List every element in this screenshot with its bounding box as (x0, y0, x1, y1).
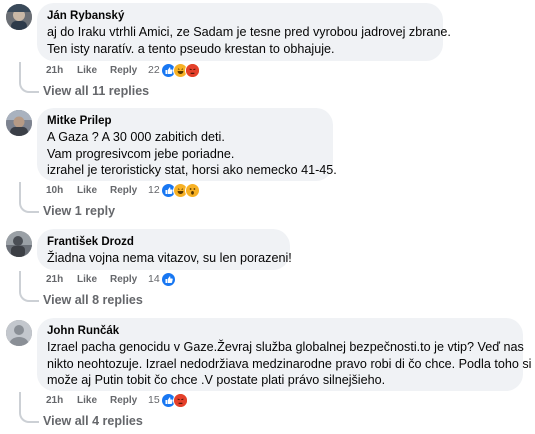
comment-bubble: František Drozd Žiadna vojna nema vitazo… (37, 229, 292, 270)
like-button[interactable]: Like (77, 274, 110, 285)
comment-text-line: Izrael pacha genocidu v Gaze.Ževraj služ… (47, 340, 524, 354)
avatar[interactable] (6, 110, 32, 136)
reaction-summary[interactable]: 15 (148, 392, 188, 408)
comment-author[interactable]: Mitke Prilep (47, 114, 323, 129)
comment-time[interactable]: 21h (46, 395, 77, 406)
reply-button[interactable]: Reply (110, 65, 148, 76)
comment-bubble: Mitke Prilep A Gaza ? A 30 000 zabitich … (37, 108, 337, 181)
comment-time[interactable]: 10h (46, 185, 77, 196)
reaction-summary[interactable]: 14 (148, 271, 176, 287)
comment-text-line: može aj Putin tobit čo chce .V postate p… (47, 373, 386, 387)
comment-author[interactable]: Ján Rybanský (47, 9, 433, 24)
comment-author[interactable]: František Drozd (47, 235, 280, 250)
view-replies-link[interactable]: View 1 reply (43, 204, 115, 219)
comment-text-line: izrahel je teroristicky stat, horsi ako … (47, 163, 337, 177)
comment-actions: 21h Like Reply 15 (46, 392, 188, 408)
like-button[interactable]: Like (77, 185, 110, 196)
comment-text-line: aj do Iraku vtrhli Amici, ze Sadam je te… (47, 25, 451, 39)
view-replies-link[interactable]: View all 4 replies (43, 414, 143, 429)
avatar[interactable] (6, 4, 32, 30)
reply-button[interactable]: Reply (110, 185, 148, 196)
reply-button[interactable]: Reply (110, 395, 148, 406)
like-button[interactable]: Like (77, 395, 110, 406)
view-replies-link[interactable]: View all 11 replies (43, 84, 149, 99)
comment-actions: 21h Like Reply 14 (46, 271, 176, 287)
reaction-count: 12 (148, 184, 160, 196)
angry-reaction-icon (184, 62, 200, 78)
reaction-count: 15 (148, 394, 160, 406)
comment-text-line: Žiadna vojna nema vitazov, su len poraze… (47, 251, 292, 265)
like-button[interactable]: Like (77, 65, 110, 76)
like-reaction-icon (160, 271, 176, 287)
angry-reaction-icon (172, 392, 188, 408)
avatar[interactable] (6, 231, 32, 257)
comment-bubble: John Runčák Izrael pacha genocidu v Gaze… (37, 318, 532, 391)
comment-time[interactable]: 21h (46, 65, 77, 76)
thread-connector (19, 392, 39, 423)
comment-author[interactable]: John Runčák (47, 324, 513, 339)
comment-actions: 10h Like Reply 12 (46, 182, 200, 198)
reaction-count: 14 (148, 273, 160, 285)
comment-text-line: nikto neohtozuje. Izrael nedodržiava med… (47, 356, 532, 371)
thread-connector (19, 271, 39, 302)
comment-text-line: A Gaza ? A 30 000 zabitich deti. (47, 130, 225, 144)
comment-text-line: Vam progresivcom jebe poriadne. (47, 146, 235, 161)
comment-actions: 21h Like Reply 22 (46, 62, 200, 78)
comment-text-line: Ten isty naratív. a tento pseudo krestan… (47, 41, 335, 56)
reaction-count: 22 (148, 64, 160, 76)
comment-bubble: Ján Rybanský aj do Iraku vtrhli Amici, z… (37, 3, 451, 61)
reply-button[interactable]: Reply (110, 274, 148, 285)
reaction-summary[interactable]: 22 (148, 62, 200, 78)
comment-time[interactable]: 21h (46, 274, 77, 285)
wow-reaction-icon (184, 182, 200, 198)
reaction-summary[interactable]: 12 (148, 182, 200, 198)
thread-connector (19, 182, 39, 213)
avatar[interactable] (6, 320, 32, 346)
view-replies-link[interactable]: View all 8 replies (43, 293, 143, 308)
thread-connector (19, 62, 39, 93)
comment-thread: Ján Rybanský aj do Iraku vtrhli Amici, z… (0, 0, 535, 434)
